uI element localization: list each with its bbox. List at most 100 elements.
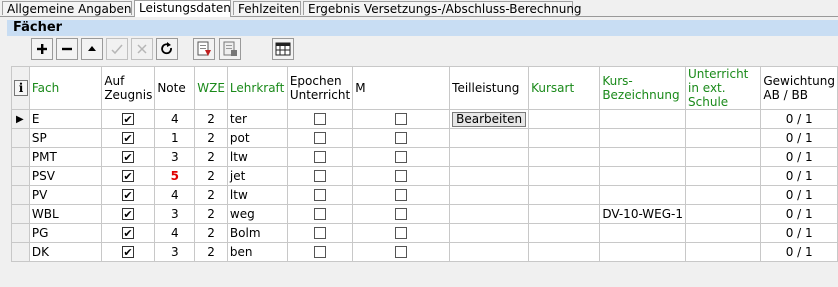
col-header-m[interactable]: M [352, 66, 451, 110]
cell-zeugnis[interactable] [101, 109, 156, 129]
cell-kurs-bezeichnung[interactable] [599, 128, 687, 148]
cell-gewichtung[interactable]: 0 / 1 [760, 204, 838, 224]
cell-ext-schule[interactable] [685, 185, 762, 205]
move-up-button[interactable] [81, 38, 103, 60]
cell-teilleistung[interactable] [449, 166, 530, 186]
zeugnis-checkbox[interactable] [122, 130, 135, 147]
cell-lehrkraft[interactable]: pot [226, 128, 288, 148]
epochen-checkbox[interactable] [314, 132, 327, 144]
cell-note[interactable]: 3 [154, 147, 196, 167]
zeugnis-checkbox[interactable] [122, 149, 135, 166]
row-selector[interactable] [11, 147, 30, 167]
col-header-wze[interactable]: WZE [194, 66, 228, 110]
confirm-button[interactable] [106, 38, 128, 60]
row-selector[interactable] [11, 128, 30, 148]
import-button[interactable] [193, 38, 215, 60]
row-selector[interactable] [11, 166, 30, 186]
cell-fach[interactable]: PSV [28, 166, 103, 186]
cell-kurs-bezeichnung[interactable] [599, 109, 687, 129]
col-header-lehrkraft[interactable]: Lehrkraft [226, 66, 288, 110]
cell-kursart[interactable] [528, 128, 601, 148]
table-row[interactable]: WBL 32weg DV-10-WEG-1 0 / 1 [11, 204, 838, 224]
col-header-teilleistung[interactable]: Teilleistung [449, 66, 530, 110]
cell-epochen[interactable] [286, 185, 354, 205]
cell-wze[interactable]: 2 [194, 185, 228, 205]
cell-gewichtung[interactable]: 0 / 1 [760, 223, 838, 243]
info-icon[interactable]: i [14, 80, 28, 96]
epochen-checkbox[interactable] [314, 189, 327, 201]
cell-gewichtung[interactable]: 0 / 1 [760, 242, 838, 262]
refresh-button[interactable] [156, 38, 178, 60]
row-selector[interactable]: ▶ [11, 109, 30, 129]
cell-wze[interactable]: 2 [194, 109, 228, 129]
zeugnis-checkbox[interactable] [122, 225, 135, 242]
cell-epochen[interactable] [286, 242, 354, 262]
cancel-button[interactable] [131, 38, 153, 60]
cell-ext-schule[interactable] [685, 204, 762, 224]
bearbeiten-button[interactable]: Bearbeiten [452, 111, 527, 127]
table-row[interactable]: PMT 32ltw 0 / 1 [11, 147, 838, 167]
cell-lehrkraft[interactable]: weg [226, 204, 288, 224]
epochen-checkbox[interactable] [314, 113, 327, 125]
remove-button[interactable] [56, 38, 78, 60]
cell-note[interactable]: 5 [154, 166, 196, 186]
cell-teilleistung[interactable] [449, 204, 530, 224]
cell-kurs-bezeichnung[interactable] [599, 242, 687, 262]
cell-lehrkraft[interactable]: Bolm [226, 223, 288, 243]
col-header-gewichtung[interactable]: Gewichtung AB / BB [760, 66, 838, 110]
cell-gewichtung[interactable]: 0 / 1 [760, 128, 838, 148]
cell-m[interactable] [352, 242, 451, 262]
cell-m[interactable] [352, 166, 451, 186]
cell-kurs-bezeichnung[interactable]: DV-10-WEG-1 [599, 204, 687, 224]
table-row[interactable]: ▶ E 42ter Bearbeiten 0 / 1 [11, 109, 838, 129]
epochen-checkbox[interactable] [314, 246, 327, 258]
cell-fach[interactable]: PMT [28, 147, 103, 167]
cell-fach[interactable]: WBL [28, 204, 103, 224]
cell-note[interactable]: 4 [154, 109, 196, 129]
col-header-ext-schule[interactable]: Unterricht in ext. Schule [685, 66, 762, 110]
table-row[interactable]: PG 42Bolm 0 / 1 [11, 223, 838, 243]
cell-note[interactable]: 1 [154, 128, 196, 148]
cell-lehrkraft[interactable]: ben [226, 242, 288, 262]
cell-teilleistung[interactable] [449, 223, 530, 243]
zeugnis-checkbox[interactable] [122, 244, 135, 261]
m-checkbox[interactable] [395, 113, 408, 125]
export-button[interactable] [219, 38, 241, 60]
cell-kursart[interactable] [528, 109, 601, 129]
cell-ext-schule[interactable] [685, 242, 762, 262]
epochen-checkbox[interactable] [314, 227, 327, 239]
cell-gewichtung[interactable]: 0 / 1 [760, 166, 838, 186]
table-settings-button[interactable] [272, 38, 294, 60]
cell-ext-schule[interactable] [685, 223, 762, 243]
cell-m[interactable] [352, 128, 451, 148]
cell-ext-schule[interactable] [685, 109, 762, 129]
col-header-zeugnis[interactable]: Auf Zeugnis [101, 66, 156, 110]
tab-leistungsdaten[interactable]: Leistungsdaten [134, 0, 231, 17]
cell-ext-schule[interactable] [685, 128, 762, 148]
epochen-checkbox[interactable] [314, 151, 327, 163]
cell-teilleistung[interactable]: Bearbeiten [449, 109, 530, 129]
col-header-kurs-bezeichnung[interactable]: Kurs-Bezeichnung [599, 66, 687, 110]
m-checkbox[interactable] [395, 246, 408, 258]
cell-kurs-bezeichnung[interactable] [599, 185, 687, 205]
cell-epochen[interactable] [286, 128, 354, 148]
cell-note[interactable]: 4 [154, 185, 196, 205]
tab-ergebnis-berechnung[interactable]: Ergebnis Versetzungs-/Abschluss-Berechnu… [303, 1, 582, 16]
cell-lehrkraft[interactable]: ltw [226, 185, 288, 205]
info-header[interactable]: i [11, 66, 30, 110]
cell-fach[interactable]: DK [28, 242, 103, 262]
m-checkbox[interactable] [395, 132, 408, 144]
col-header-kursart[interactable]: Kursart [528, 66, 601, 110]
cell-gewichtung[interactable]: 0 / 1 [760, 109, 838, 129]
cell-teilleistung[interactable] [449, 147, 530, 167]
cell-epochen[interactable] [286, 223, 354, 243]
cell-zeugnis[interactable] [101, 204, 156, 224]
table-row[interactable]: PSV 52jet 0 / 1 [11, 166, 838, 186]
cell-zeugnis[interactable] [101, 128, 156, 148]
cell-teilleistung[interactable] [449, 242, 530, 262]
cell-teilleistung[interactable] [449, 128, 530, 148]
cell-kurs-bezeichnung[interactable] [599, 147, 687, 167]
cell-lehrkraft[interactable]: ltw [226, 147, 288, 167]
m-checkbox[interactable] [395, 151, 408, 163]
cell-wze[interactable]: 2 [194, 147, 228, 167]
